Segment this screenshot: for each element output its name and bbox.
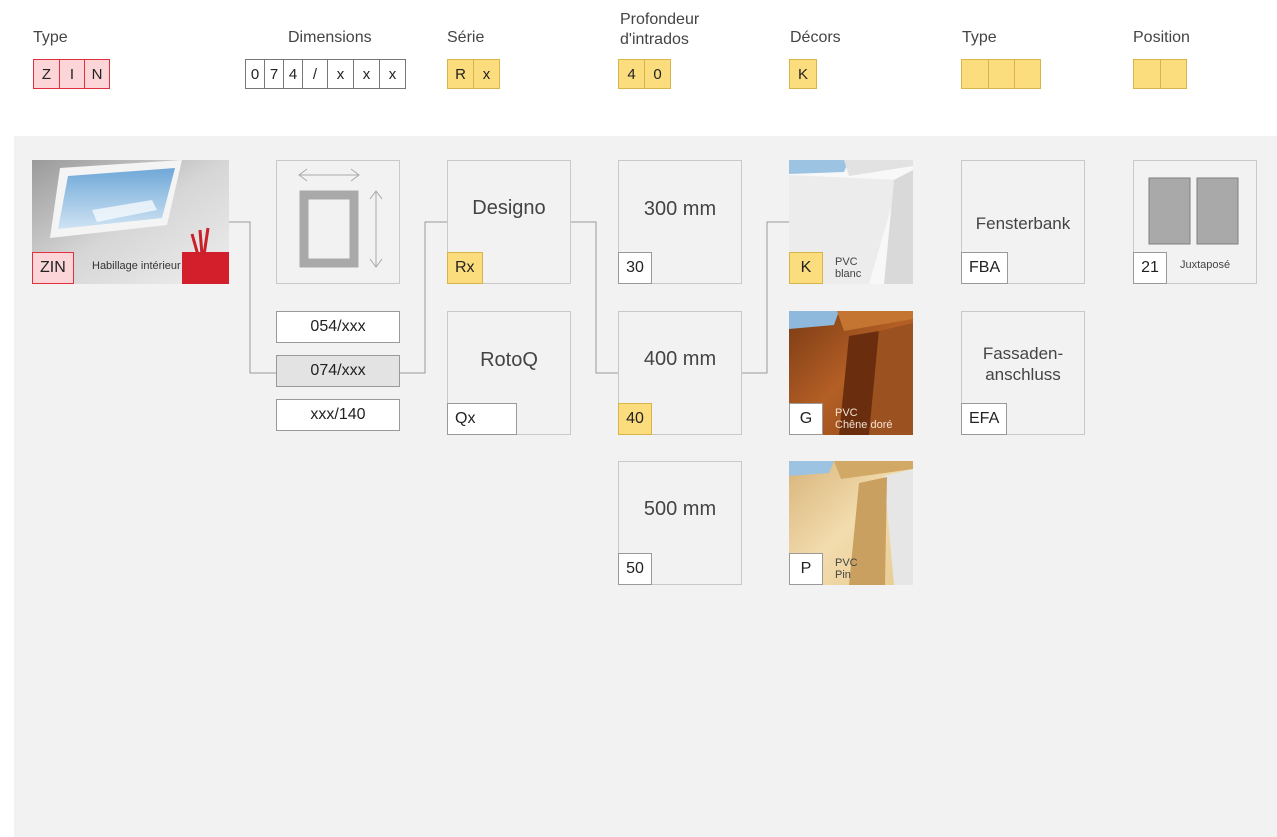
- decor-option-oak[interactable]: G PVC Chêne doré: [789, 311, 913, 435]
- position-caption: Juxtaposé: [1180, 259, 1231, 271]
- depth-option-500[interactable]: 500 mm 50: [618, 461, 742, 585]
- serie-title: Designo: [472, 197, 546, 219]
- decor-code: P: [789, 553, 823, 585]
- type-option-code: ZIN: [32, 252, 74, 284]
- dimension-option-074[interactable]: 074/xxx: [276, 355, 400, 387]
- serie-option-rotoq[interactable]: RotoQ Qx: [447, 311, 571, 435]
- decor-option-white[interactable]: K PVC blanc: [789, 160, 913, 284]
- dimension-option-054[interactable]: 054/xxx: [276, 311, 400, 343]
- type-option-efa[interactable]: Fassaden-anschluss EFA: [961, 311, 1085, 435]
- type-option-caption: Habillage intérieur: [92, 260, 181, 272]
- position-code: 21: [1133, 252, 1167, 284]
- type-title: Fensterbank: [975, 214, 1071, 233]
- position-option-21[interactable]: 21 Juxtaposé: [1133, 160, 1257, 284]
- depth-title: 500 mm: [643, 498, 717, 520]
- type-code: FBA: [961, 252, 1009, 284]
- depth-code: 40: [618, 403, 652, 435]
- decor-caption-2: PVC Chêne doré: [835, 407, 893, 431]
- type-option-fba[interactable]: Fensterbank FBA: [961, 160, 1085, 284]
- serie-option-designo[interactable]: Designo Rx: [447, 160, 571, 284]
- type-title: Fassaden-anschluss: [982, 344, 1064, 384]
- decor-code: G: [789, 403, 823, 435]
- depth-option-300[interactable]: 300 mm 30: [618, 160, 742, 284]
- serie-title: RotoQ: [480, 349, 538, 371]
- depth-code: 30: [618, 252, 652, 284]
- type-code: EFA: [961, 403, 1008, 435]
- decor-caption-1: PVC blanc: [835, 256, 862, 280]
- window-dimensions-icon: [298, 168, 383, 268]
- dimensions-illustration: [276, 160, 400, 284]
- decor-caption-3: PVC Pin: [835, 557, 858, 581]
- serie-code: Rx: [447, 252, 483, 284]
- serie-code: Qx: [447, 403, 517, 435]
- depth-code: 50: [618, 553, 652, 585]
- depth-title: 400 mm: [643, 348, 717, 370]
- depth-title: 300 mm: [643, 198, 717, 220]
- dimension-option-140[interactable]: xxx/140: [276, 399, 400, 431]
- type-option-zin[interactable]: ZIN Habillage intérieur: [32, 160, 229, 284]
- side-by-side-windows-icon: [1148, 177, 1239, 245]
- decor-code: K: [789, 252, 823, 284]
- decor-option-pine[interactable]: P PVC Pin: [789, 461, 913, 585]
- depth-option-400[interactable]: 400 mm 40: [618, 311, 742, 435]
